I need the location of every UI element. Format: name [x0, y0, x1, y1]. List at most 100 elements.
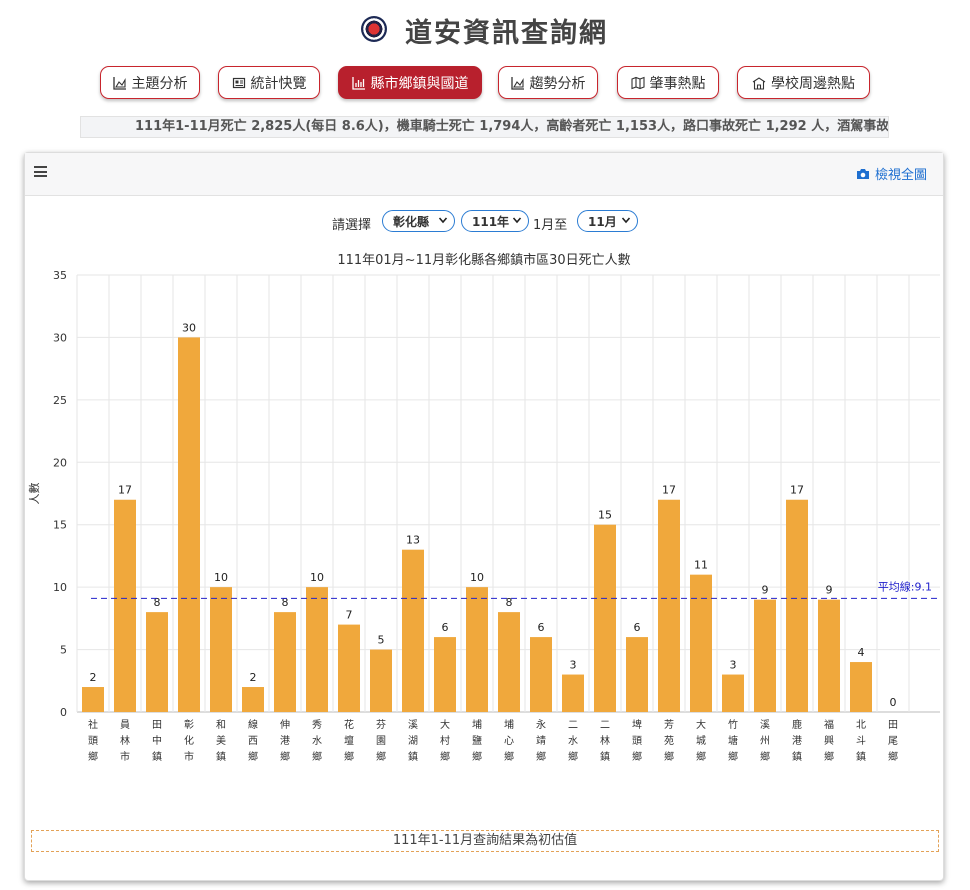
area-chart-icon [510, 76, 524, 90]
data-label: 6 [442, 621, 449, 634]
x-tick-label: 芬園鄉 [376, 719, 386, 763]
bar [530, 637, 552, 712]
nav-trend-analysis-button[interactable]: 趨勢分析 [498, 66, 598, 99]
site-header: 道安資訊查詢網 [0, 10, 970, 50]
bar [754, 599, 776, 712]
bar [114, 499, 136, 712]
county-value: 彰化縣 [393, 214, 430, 229]
x-tick-label: 秀水鄉 [312, 719, 322, 763]
x-tick-label: 福興鄉 [824, 718, 834, 763]
nav-school-hotspot-button[interactable]: 學校周邊熱點 [737, 66, 870, 99]
data-label: 15 [598, 509, 612, 522]
bar [722, 674, 744, 712]
bar [594, 524, 616, 712]
chart-panel: 檢視全圖 請選擇 彰化縣 111年 1月至 11月 111年01月~11月彰化縣… [24, 152, 944, 881]
bar-chart: 05101520253035人數2社頭鄉17員林市8田中鎮30彰化市10和美鎮2… [28, 269, 940, 763]
x-tick-label: 竹塘鄉 [728, 718, 738, 763]
estimate-footnote: 111年1-11月查詢結果為初估值 [31, 830, 939, 852]
x-tick-label: 芳苑鄉 [664, 718, 674, 763]
data-label: 17 [662, 484, 676, 497]
camera-icon [856, 168, 869, 179]
y-axis-label: 人數 [28, 483, 41, 505]
y-tick-label: 25 [53, 394, 67, 407]
data-label: 11 [694, 559, 708, 572]
data-label: 4 [858, 646, 865, 659]
data-label: 9 [762, 584, 769, 597]
data-label: 30 [182, 321, 196, 334]
main-nav: 主題分析 統計快覽 縣市鄉鎮與國道 趨勢分析 肇事熱點 學校周邊熱點 [0, 66, 970, 102]
y-tick-label: 5 [60, 644, 67, 657]
nav-label: 肇事熱點 [649, 75, 706, 92]
year-value: 111年 [472, 214, 510, 229]
y-tick-label: 20 [53, 456, 67, 469]
nav-stats-overview-button[interactable]: 統計快覽 [218, 66, 320, 99]
school-icon [752, 76, 766, 90]
bar [274, 612, 296, 712]
y-tick-label: 10 [53, 581, 67, 594]
nav-hotspot-button[interactable]: 肇事熱點 [617, 66, 719, 99]
nav-label: 學校周邊熱點 [771, 75, 855, 92]
x-tick-label: 二水鄉 [568, 720, 578, 763]
hamburger-menu-icon[interactable] [34, 166, 47, 177]
x-tick-label: 埔鹽鄉 [472, 718, 482, 763]
nav-label: 統計快覽 [250, 75, 307, 92]
bar [306, 587, 328, 712]
bar [466, 587, 488, 712]
bar [242, 687, 264, 712]
nav-label: 縣市鄉鎮與國道 [370, 75, 469, 92]
police-emblem-icon [361, 16, 387, 42]
data-label: 0 [890, 696, 897, 709]
panel-header: 檢視全圖 [25, 153, 943, 196]
view-full-chart-button[interactable]: 檢視全圖 [856, 164, 927, 183]
data-label: 7 [346, 609, 353, 622]
x-tick-label: 線西鄉 [248, 718, 258, 763]
nav-theme-analysis-button[interactable]: 主題分析 [100, 66, 200, 99]
x-tick-label: 永靖鄉 [536, 718, 546, 763]
data-label: 5 [378, 634, 385, 647]
year-select[interactable]: 111年 [461, 210, 529, 232]
nav-label: 主題分析 [131, 75, 188, 92]
average-line-label: 平均線:9.1 [878, 579, 932, 593]
bar [402, 549, 424, 712]
newspaper-icon [232, 77, 245, 88]
bar [498, 612, 520, 712]
data-label: 3 [570, 659, 577, 672]
x-tick-label: 埤頭鄉 [632, 718, 642, 763]
data-label: 10 [470, 571, 484, 584]
bar [146, 612, 168, 712]
x-tick-label: 社頭鄉 [88, 718, 98, 763]
bar [210, 587, 232, 712]
bar [434, 637, 456, 712]
y-tick-label: 0 [60, 706, 67, 719]
y-tick-label: 15 [53, 519, 67, 532]
chevron-down-icon [621, 217, 631, 224]
y-tick-label: 30 [53, 331, 67, 344]
bar [786, 499, 808, 712]
y-tick-label: 35 [53, 269, 67, 282]
data-label: 2 [250, 671, 257, 684]
data-label: 17 [790, 484, 804, 497]
county-select[interactable]: 彰化縣 [382, 210, 455, 232]
query-selector: 請選擇 彰化縣 111年 1月至 11月 [25, 210, 943, 236]
x-tick-label: 員林市 [120, 719, 130, 763]
data-label: 10 [214, 571, 228, 584]
bar [178, 337, 200, 712]
data-label: 3 [730, 659, 737, 672]
x-tick-label: 彰化市 [184, 718, 194, 763]
x-tick-label: 花壇鄉 [344, 718, 354, 763]
bar [626, 637, 648, 712]
x-tick-label: 溪湖鎮 [408, 719, 418, 763]
x-tick-label: 鹿港鎮 [792, 718, 802, 763]
month-value: 11月 [588, 214, 617, 229]
data-label: 10 [310, 571, 324, 584]
data-label: 6 [538, 621, 545, 634]
bar [82, 687, 104, 712]
nav-county-township-button[interactable]: 縣市鄉鎮與國道 [338, 66, 482, 99]
x-tick-label: 伸港鄉 [280, 719, 290, 763]
view-full-chart-label: 檢視全圖 [874, 168, 927, 183]
bar [818, 599, 840, 712]
data-label: 17 [118, 484, 132, 497]
nav-label: 趨勢分析 [529, 75, 586, 92]
data-label: 13 [406, 534, 420, 547]
month-select[interactable]: 11月 [577, 210, 638, 232]
